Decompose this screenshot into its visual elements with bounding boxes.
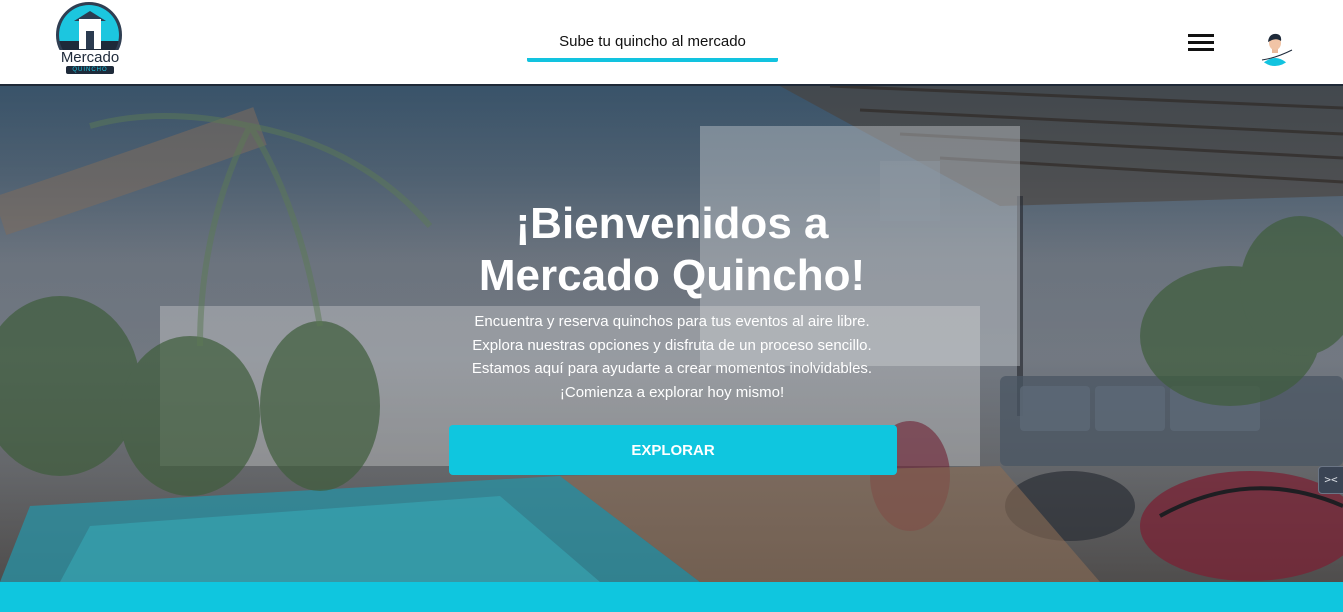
explore-button[interactable]: EXPLORAR bbox=[449, 425, 897, 475]
hero-description-line: Explora nuestras opciones y disfruta de … bbox=[472, 336, 872, 354]
site-header: Mercado QUINCHO Sube tu quincho al merca… bbox=[0, 0, 1343, 86]
hero-description-line: Estamos aquí para ayudarte a crear momen… bbox=[471, 360, 873, 377]
hero-description: Encuentra y reserva quinchos para tus ev… bbox=[372, 310, 972, 404]
hero-title: ¡Bienvenidos a Mercado Quincho! bbox=[372, 198, 972, 302]
accent-footer-band bbox=[0, 582, 1343, 612]
hero-title-line-2: Mercado Quincho! bbox=[478, 251, 866, 300]
upload-quincho-link[interactable]: Sube tu quincho al mercado bbox=[527, 30, 778, 62]
logo-subtitle: QUINCHO bbox=[66, 66, 114, 74]
collapse-icon[interactable]: >< bbox=[1318, 466, 1343, 494]
hero-section: ¡Bienvenidos a Mercado Quincho! Encuentr… bbox=[0, 86, 1343, 582]
user-avatar-icon[interactable] bbox=[1256, 28, 1294, 66]
mercado-quincho-logo[interactable]: Mercado QUINCHO bbox=[54, 2, 126, 82]
logo-wordmark: Mercado bbox=[54, 50, 126, 66]
hero-description-line: ¡Comienza a explorar hoy mismo! bbox=[559, 383, 785, 401]
hamburger-menu-icon[interactable] bbox=[1188, 34, 1214, 52]
hero-title-line-1: ¡Bienvenidos a bbox=[515, 199, 829, 248]
hero-description-line: Encuentra y reserva quinchos para tus ev… bbox=[474, 313, 870, 330]
